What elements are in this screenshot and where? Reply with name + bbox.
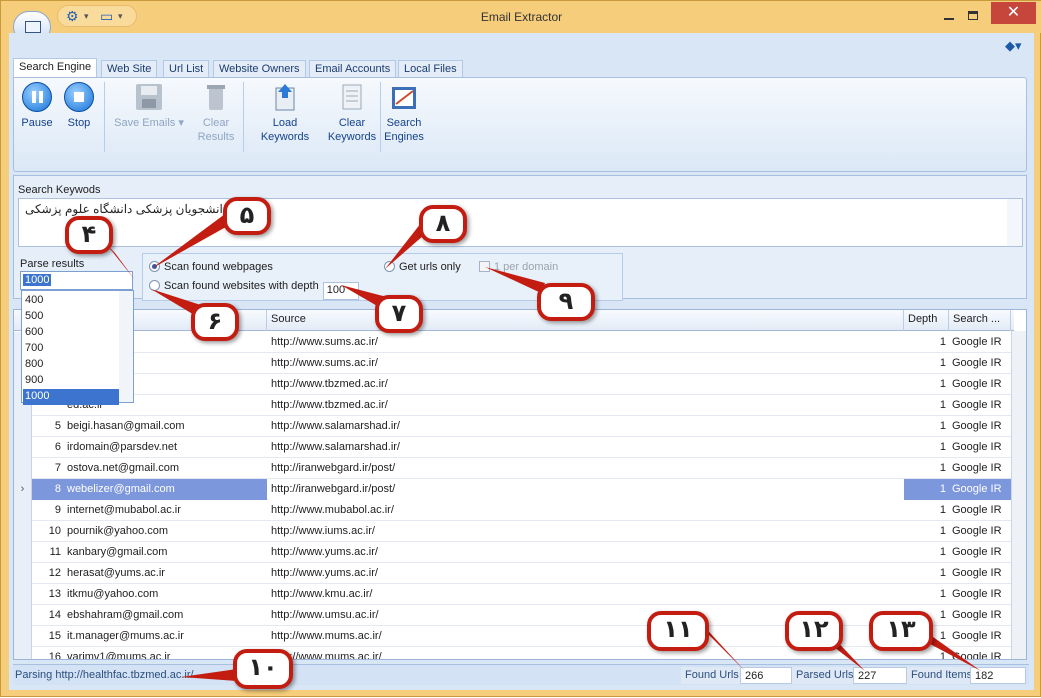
callout-5: ۵ — [223, 197, 271, 235]
callout-4: ۴ — [65, 216, 113, 254]
callout-9: ۹ — [537, 283, 595, 321]
callout-8: ۸ — [419, 205, 467, 243]
callout-7: ۷ — [375, 295, 423, 333]
callout-arrows — [107, 211, 981, 681]
callout-13: ۱۳ — [869, 611, 933, 651]
callout-arrow-4 — [107, 245, 135, 280]
callout-arrow-9 — [485, 267, 545, 293]
callout-arrow-10 — [181, 669, 237, 681]
callout-11: ۱۱ — [647, 611, 709, 651]
callout-12: ۱۲ — [785, 611, 843, 651]
callout-arrow-5 — [151, 211, 233, 269]
app-window: ⚙ ▾ ▭ ▾ Email Extractor ✕ ◆▾ Search Engi… — [0, 0, 1041, 697]
callout-10: ۱۰ — [233, 649, 293, 689]
callout-6: ۶ — [191, 303, 239, 341]
